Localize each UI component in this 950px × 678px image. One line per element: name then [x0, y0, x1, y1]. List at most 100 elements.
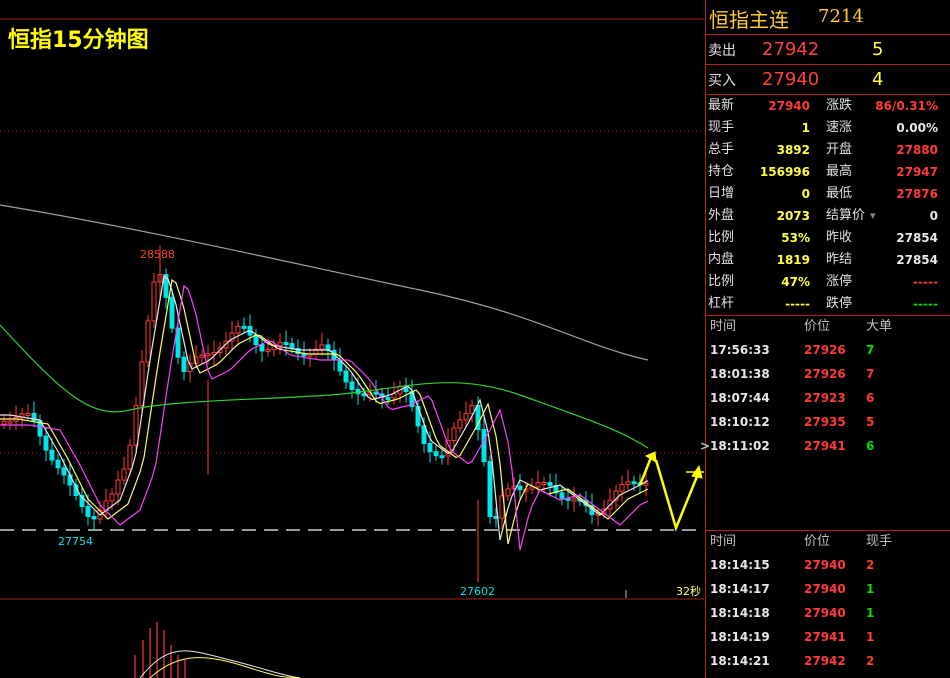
forecast-arrow-swing: [654, 459, 700, 532]
candle-body: [373, 391, 379, 395]
trade-time: 18:14:15: [710, 558, 770, 572]
quote-item: 昨结 27854: [826, 249, 938, 271]
quote-key: 日增: [708, 186, 735, 201]
candle-body: [481, 428, 487, 463]
quote-item: 最高 27947: [826, 161, 938, 183]
quote-key: 外盘: [708, 208, 735, 223]
quote-value: 86/0.31%: [875, 99, 938, 113]
quote-key: 杠杆: [708, 296, 735, 311]
trade-time: 18:01:38: [710, 367, 770, 381]
big-trade-list[interactable]: 时间 价位 大单 17:56:33 27926 7 18:01:38 27926 7 18:07:…: [700, 316, 950, 531]
trade-row[interactable]: 18:01:38 27926 7: [706, 362, 950, 386]
candle-body: [631, 481, 637, 485]
trade-list-header: 时间 价位 现手: [706, 531, 950, 553]
column-header: 时间: [710, 319, 737, 334]
quote-item: 跌停 -----: [826, 293, 938, 315]
dropdown-arrow-icon[interactable]: ▾: [870, 205, 876, 227]
ma-line-magenta: [0, 284, 649, 551]
kline-chart[interactable]: 28588 27754 27602 32秒 恒指15分钟图: [0, 0, 704, 678]
trade-row[interactable]: 18:14:21 27942 2: [706, 649, 950, 673]
trade-row[interactable]: >18:11:02 27941 6: [700, 434, 950, 458]
candle-body: [385, 397, 391, 401]
trade-price: 27940: [804, 606, 846, 620]
quote-item: 涨停 -----: [826, 271, 938, 293]
quote-item: 最低 27876: [826, 183, 938, 205]
ma-line-yellow: [0, 278, 649, 545]
candle-body: [433, 451, 439, 457]
quote-key: 跌停: [826, 296, 853, 311]
instrument-header[interactable]: 恒指主连 7214: [706, 0, 950, 35]
quote-key: 内盘: [708, 252, 735, 267]
quote-key: 昨收: [826, 230, 853, 245]
quote-item: 杠杆 -----: [708, 293, 810, 315]
trade-row[interactable]: 18:14:19 27941 1: [706, 625, 950, 649]
quote-key: 现手: [708, 120, 735, 135]
candle-body: [199, 354, 205, 358]
candle-body: [169, 296, 175, 329]
quote-panel: 恒指主连 7214 卖出 27942 5 买入 27940 4 最新 27940 涨…: [700, 0, 950, 678]
trade-volume: 6: [866, 439, 875, 453]
instrument-name: 恒指主连: [709, 8, 789, 32]
candle-body: [145, 320, 151, 363]
column-header: 大单: [866, 319, 893, 334]
trade-row[interactable]: 17:56:33 27926 7: [706, 338, 950, 362]
trade-row[interactable]: 18:10:12 27935 5: [706, 410, 950, 434]
candle-body: [253, 334, 259, 346]
candle-body: [1, 420, 7, 425]
quote-value: 53%: [781, 231, 810, 245]
candle-body: [463, 412, 469, 421]
trade-time: 18:11:02: [710, 439, 770, 453]
kline-canvas[interactable]: 28588 27754 27602 32秒: [0, 0, 704, 678]
candle-body: [541, 481, 547, 485]
trade-time: 18:14:19: [710, 630, 770, 644]
quote-key: 比例: [708, 274, 735, 289]
candle-body: [235, 325, 241, 334]
quote-item: 内盘 1819: [708, 249, 810, 271]
volume-ma-line: [149, 657, 301, 678]
trade-volume: 6: [866, 391, 875, 405]
quote-key: 最高: [826, 164, 853, 179]
quote-item: 速涨 0.00%: [826, 117, 938, 139]
candle-body: [109, 493, 115, 502]
quote-value: 27947: [896, 165, 938, 179]
candle-body: [259, 344, 265, 352]
trade-volume: 5: [866, 415, 875, 429]
trade-row[interactable]: 18:14:15 27940 2: [706, 553, 950, 577]
trade-price: 27940: [804, 582, 846, 596]
quote-key: 持仓: [708, 164, 735, 179]
trade-row[interactable]: 18:07:44 27923 6: [706, 386, 950, 410]
bid-label: 买入: [708, 73, 736, 89]
trade-time: 18:14:18: [710, 606, 770, 620]
trade-volume: 7: [866, 367, 875, 381]
candle-body: [7, 420, 13, 424]
quote-item: 昨收 27854: [826, 227, 938, 249]
quote-item: 最新 27940: [708, 95, 810, 117]
trade-row[interactable]: 18:14:18 27940 1: [706, 601, 950, 625]
quote-value: 27876: [896, 187, 938, 201]
quote-item: 日增 0: [708, 183, 810, 205]
candle-body: [571, 498, 577, 502]
candle-body: [181, 356, 187, 373]
tick-list[interactable]: 时间 价位 现手 18:14:15 27940 2 18:14:17 27940 1 18:14:…: [706, 531, 950, 673]
high-price-label: 28588: [140, 248, 175, 261]
ask-price: 27942: [762, 39, 820, 60]
candle-body: [91, 515, 97, 520]
quote-value: 1: [801, 121, 810, 135]
candle-body: [127, 444, 133, 470]
trade-price: 27935: [804, 415, 846, 429]
trade-volume: 7: [866, 343, 875, 357]
low-price-label: 27754: [58, 535, 93, 548]
quote-value: 27940: [768, 99, 810, 113]
trade-price: 27941: [804, 630, 846, 644]
quote-value: -----: [913, 275, 938, 289]
quote-value: 2073: [776, 209, 810, 223]
trade-row[interactable]: 18:14:17 27940 1: [706, 577, 950, 601]
trade-time: 18:10:12: [710, 415, 770, 429]
quote-key: 涨停: [826, 274, 853, 289]
quote-item: 涨跌 86/0.31%: [826, 95, 938, 117]
candle-body: [517, 485, 523, 491]
trade-price: 27941: [804, 439, 846, 453]
low-price-label: 27602: [460, 585, 495, 598]
ask-volume: 5: [872, 39, 884, 60]
quote-key: 最新: [708, 98, 735, 113]
